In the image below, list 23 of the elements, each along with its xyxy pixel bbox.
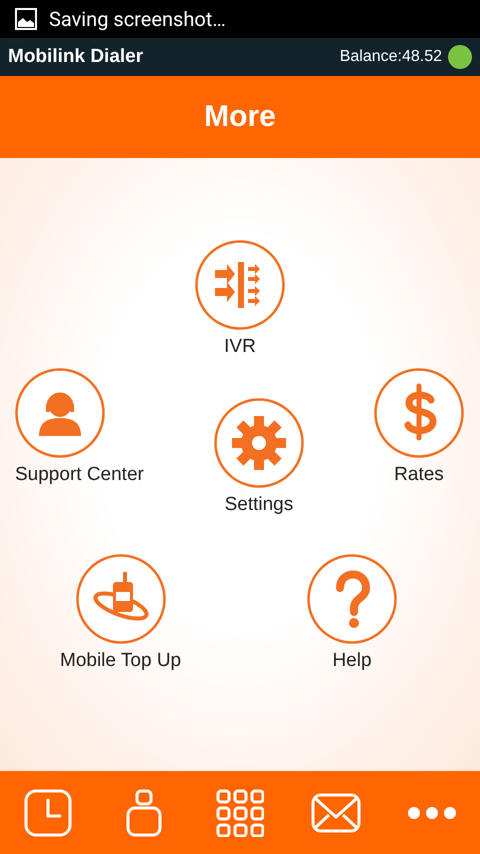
envelope-icon <box>311 792 361 832</box>
status-dot <box>448 45 472 69</box>
balance-text: Balance:48.52 <box>340 48 442 66</box>
headset-person-icon <box>15 368 105 458</box>
dialpad-icon <box>216 788 264 836</box>
gear-icon <box>214 398 304 488</box>
menu-item[interactable]: Mobile Top Up <box>60 554 182 672</box>
notification-text: Saving screenshot… <box>49 7 226 31</box>
phone-icon <box>76 554 166 644</box>
dollar-icon <box>374 368 464 458</box>
menu-item[interactable]: Settings <box>214 398 304 516</box>
clock-icon <box>24 788 72 836</box>
question-icon <box>307 554 397 644</box>
contacts-icon <box>126 788 162 836</box>
menu-item[interactable]: Help <box>307 554 397 672</box>
image-icon <box>15 8 37 30</box>
arrows-icon <box>195 240 285 330</box>
page-title: More <box>204 100 276 134</box>
more-icon <box>407 806 457 820</box>
menu-item[interactable]: IVR <box>195 240 285 358</box>
menu-item[interactable]: Rates <box>374 368 464 486</box>
app-title: Mobilink Dialer <box>8 46 144 68</box>
menu-item[interactable]: Support Center <box>15 368 144 486</box>
